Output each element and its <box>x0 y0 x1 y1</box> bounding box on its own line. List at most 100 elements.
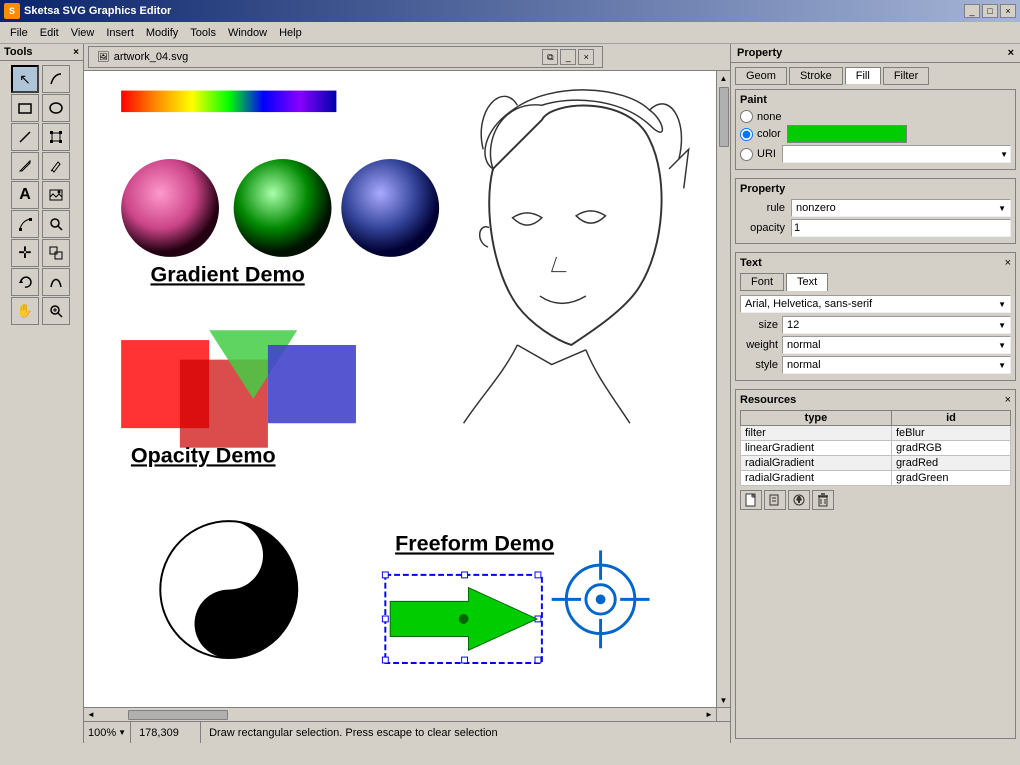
canvas-tab-label: artwork_04.svg <box>114 51 189 63</box>
paint-uri-option[interactable]: URI <box>740 148 776 161</box>
menu-help[interactable]: Help <box>273 25 308 41</box>
res-id-1: gradRGB <box>891 441 1010 456</box>
font-family-row: Arial, Helvetica, sans-serif ▼ <box>740 295 1011 313</box>
res-properties-button[interactable] <box>788 490 810 510</box>
menu-view[interactable]: View <box>65 25 101 41</box>
property-panel-header: Property × <box>731 44 1020 63</box>
minimize-button[interactable]: _ <box>964 4 980 18</box>
tool-eyedropper[interactable] <box>42 152 70 180</box>
tool-image[interactable] <box>42 181 70 209</box>
tool-pencil[interactable] <box>11 152 39 180</box>
menu-window[interactable]: Window <box>222 25 273 41</box>
tool-magnify[interactable] <box>42 297 70 325</box>
tab-close-button[interactable]: × <box>578 49 594 65</box>
scroll-corner <box>716 707 730 721</box>
paint-section: Paint none color URI <box>735 89 1016 170</box>
paint-uri-radio[interactable] <box>740 148 753 161</box>
zoom-dropdown-arrow[interactable]: ▼ <box>118 728 126 737</box>
tools-header: Tools × <box>0 44 83 61</box>
tab-geom[interactable]: Geom <box>735 67 787 85</box>
resources-table-container[interactable]: type id filter feBlur linearGradient gra… <box>740 410 1011 486</box>
property-panel-close[interactable]: × <box>1008 47 1014 59</box>
opacity-row: opacity <box>740 219 1011 237</box>
tool-rotate[interactable] <box>11 268 39 296</box>
font-size-value: 12 <box>787 319 799 331</box>
tool-select-arrow[interactable]: ↖ <box>11 65 39 93</box>
paint-section-title: Paint <box>740 94 1011 106</box>
maximize-button[interactable]: □ <box>982 4 998 18</box>
paint-color-radio[interactable] <box>740 128 753 141</box>
text-section-close[interactable]: × <box>1005 257 1011 269</box>
tab-stroke[interactable]: Stroke <box>789 67 843 85</box>
tool-bezier[interactable] <box>42 268 70 296</box>
app-title: Sketsa SVG Graphics Editor <box>24 5 964 17</box>
font-style-label: style <box>740 359 778 371</box>
scroll-up-button[interactable]: ▲ <box>717 71 730 85</box>
tab-restore-button[interactable]: ⧉ <box>542 49 558 65</box>
table-row[interactable]: radialGradient gradRed <box>741 456 1011 471</box>
tool-node-edit[interactable] <box>11 210 39 238</box>
paint-none-radio[interactable] <box>740 110 753 123</box>
opacity-input[interactable] <box>791 219 1011 237</box>
menu-insert[interactable]: Insert <box>100 25 140 41</box>
window-controls: _ □ × <box>964 4 1016 18</box>
tools-close-button[interactable]: × <box>73 47 79 58</box>
tool-rectangle[interactable] <box>11 94 39 122</box>
tool-line[interactable] <box>11 123 39 151</box>
tool-ellipse[interactable] <box>42 94 70 122</box>
resources-close[interactable]: × <box>1005 394 1011 406</box>
close-window-button[interactable]: × <box>1000 4 1016 18</box>
scroll-left-button[interactable]: ◄ <box>84 708 98 721</box>
scroll-down-button[interactable]: ▼ <box>717 693 730 707</box>
tool-hand[interactable]: ✋ <box>11 297 39 325</box>
menu-file[interactable]: File <box>4 25 34 41</box>
tool-text[interactable]: A <box>11 181 39 209</box>
tool-zoom[interactable] <box>42 210 70 238</box>
font-size-dropdown[interactable]: 12 ▼ <box>782 316 1011 334</box>
text-tab-font[interactable]: Font <box>740 273 784 291</box>
font-weight-dropdown[interactable]: normal ▼ <box>782 336 1011 354</box>
res-edit-button[interactable] <box>764 490 786 510</box>
font-family-value: Arial, Helvetica, sans-serif <box>745 298 872 310</box>
tool-group[interactable] <box>42 239 70 267</box>
uri-dropdown[interactable]: ▼ <box>782 145 1011 163</box>
tool-freehand[interactable] <box>42 65 70 93</box>
paint-none-option[interactable]: none <box>740 110 781 123</box>
menu-edit[interactable]: Edit <box>34 25 65 41</box>
scroll-right-button[interactable]: ► <box>702 708 716 721</box>
canvas-tab-bar: 🖼 artwork_04.svg ⧉ _ × <box>84 44 730 71</box>
table-row[interactable]: linearGradient gradRGB <box>741 441 1011 456</box>
tab-fill[interactable]: Fill <box>845 67 881 85</box>
col-type: type <box>741 411 892 426</box>
font-style-dropdown[interactable]: normal ▼ <box>782 356 1011 374</box>
font-weight-label: weight <box>740 339 778 351</box>
menu-tools[interactable]: Tools <box>184 25 222 41</box>
canvas-inner[interactable]: Gradient Demo Opacity Demo <box>84 71 716 707</box>
paint-color-option[interactable]: color <box>740 128 781 141</box>
tab-filter[interactable]: Filter <box>883 67 929 85</box>
res-type-3: radialGradient <box>741 471 892 486</box>
canvas-tab[interactable]: 🖼 artwork_04.svg ⧉ _ × <box>88 46 603 68</box>
paint-color-row: color <box>740 125 1011 143</box>
table-row[interactable]: filter feBlur <box>741 426 1011 441</box>
svg-canvas[interactable]: Gradient Demo Opacity Demo <box>84 71 716 707</box>
rule-label: rule <box>740 202 785 214</box>
tools-panel: Tools × ↖ <box>0 44 84 743</box>
vertical-scrollbar[interactable]: ▲ ▼ <box>716 71 730 707</box>
title-bar: S Sketsa SVG Graphics Editor _ □ × <box>0 0 1020 22</box>
tools-grid: ↖ A <box>0 61 83 329</box>
tab-minimize-button[interactable]: _ <box>560 49 576 65</box>
res-delete-button[interactable] <box>812 490 834 510</box>
horizontal-scrollbar[interactable]: ◄ ► <box>84 707 716 721</box>
font-family-dropdown[interactable]: Arial, Helvetica, sans-serif ▼ <box>740 295 1011 313</box>
property-panel: Property × Geom Stroke Fill Filter Paint… <box>730 44 1020 743</box>
rule-dropdown[interactable]: nonzero ▼ <box>791 199 1011 217</box>
color-swatch[interactable] <box>787 125 907 143</box>
text-tab-text[interactable]: Text <box>786 273 828 291</box>
tool-transform[interactable] <box>42 123 70 151</box>
res-type-2: radialGradient <box>741 456 892 471</box>
table-row[interactable]: radialGradient gradGreen <box>741 471 1011 486</box>
menu-modify[interactable]: Modify <box>140 25 184 41</box>
tool-move[interactable]: ✛ <box>11 239 39 267</box>
res-new-button[interactable] <box>740 490 762 510</box>
